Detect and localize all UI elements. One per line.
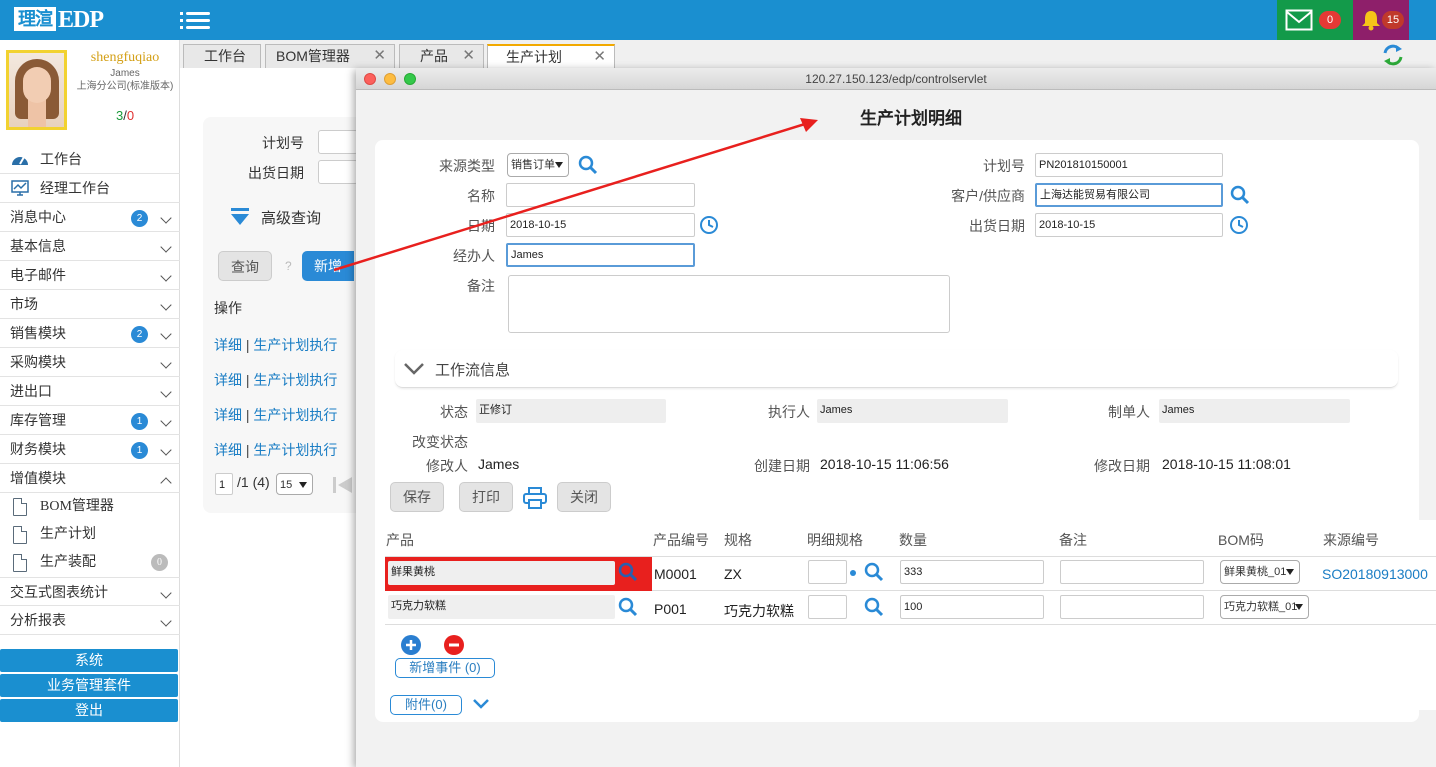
annotation-arrow bbox=[333, 118, 818, 272]
